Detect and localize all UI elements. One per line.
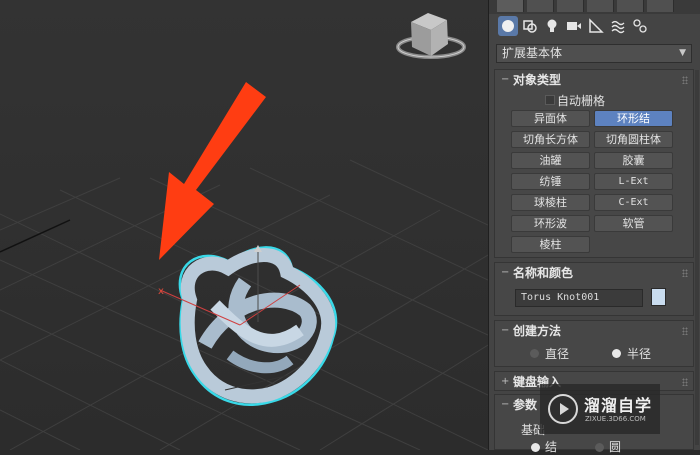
category-dropdown-value: 扩展基本体 xyxy=(502,46,563,60)
autogrid-checkbox[interactable] xyxy=(545,95,555,105)
btn-chamfer-box[interactable]: 切角长方体 xyxy=(511,131,590,148)
drag-grip-icon[interactable] xyxy=(682,76,688,84)
cameras-icon[interactable] xyxy=(564,16,584,36)
rollout-name-color: − 名称和颜色 Torus Knot001 xyxy=(494,262,694,316)
radio-radius[interactable] xyxy=(612,349,621,358)
watermark: 溜溜自学 ZIXUE.3D66.COM xyxy=(540,384,660,434)
lights-icon[interactable] xyxy=(542,16,562,36)
btn-gengon[interactable]: 球棱柱 xyxy=(511,194,590,211)
btn-prism[interactable]: 棱柱 xyxy=(511,236,590,253)
helpers-icon[interactable] xyxy=(586,16,606,36)
btn-ringwave[interactable]: 环形波 xyxy=(511,215,590,232)
rollout-creation-method: − 创建方法 直径 半径 xyxy=(494,320,694,367)
shapes-icon[interactable] xyxy=(520,16,540,36)
btn-chamfer-cyl[interactable]: 切角圆柱体 xyxy=(594,131,673,148)
rollout-header-object-type[interactable]: − 对象类型 xyxy=(495,70,693,90)
tab-display[interactable] xyxy=(617,0,644,12)
collapse-icon: − xyxy=(501,325,510,336)
viewport-canvas: x xyxy=(0,13,488,450)
tab-create[interactable] xyxy=(497,0,524,12)
watermark-title: 溜溜自学 xyxy=(584,396,653,415)
radio-circle[interactable] xyxy=(595,443,604,452)
annotation-arrow xyxy=(159,82,266,260)
spacewarps-icon[interactable] xyxy=(608,16,628,36)
radio-radius-label: 半径 xyxy=(627,347,652,361)
panel-tab-strip xyxy=(489,0,700,14)
play-logo-icon xyxy=(548,394,578,424)
tab-utilities[interactable] xyxy=(647,0,674,12)
radio-knot[interactable] xyxy=(531,443,540,452)
gizmo-x-label: x xyxy=(158,286,164,297)
rollout-title: 名称和颜色 xyxy=(513,266,574,280)
rollout-header-name-color[interactable]: − 名称和颜色 xyxy=(495,263,693,283)
rollout-title: 创建方法 xyxy=(513,324,562,338)
collapse-icon: − xyxy=(501,399,510,410)
expand-icon: + xyxy=(501,376,510,387)
viewcube xyxy=(396,13,466,59)
tab-motion[interactable] xyxy=(587,0,614,12)
rollout-title: 参数 xyxy=(513,398,538,412)
btn-oiltank[interactable]: 油罐 xyxy=(511,152,590,169)
systems-icon[interactable] xyxy=(630,16,650,36)
watermark-url: ZIXUE.3D66.COM xyxy=(585,415,646,423)
btn-spindle[interactable]: 纺锤 xyxy=(511,173,590,190)
btn-torus-knot[interactable]: 环形结 xyxy=(594,110,673,127)
grid-axis-line xyxy=(0,219,71,253)
object-name-input[interactable]: Torus Knot001 xyxy=(515,289,643,307)
btn-c-ext[interactable]: C-Ext xyxy=(594,194,673,211)
tab-modify[interactable] xyxy=(527,0,554,12)
collapse-icon: − xyxy=(501,267,510,278)
rollout-object-type: − 对象类型 自动栅格 异面体 环形结 切角长方体 切角圆柱体 油罐 胶囊 纺锤… xyxy=(494,69,694,258)
tab-hierarchy[interactable] xyxy=(557,0,584,12)
drag-grip-icon[interactable] xyxy=(682,269,688,277)
autogrid-label: 自动栅格 xyxy=(557,94,606,108)
rollout-title: 对象类型 xyxy=(513,73,562,87)
radio-diameter[interactable] xyxy=(530,349,539,358)
category-dropdown[interactable]: 扩展基本体 ▼ xyxy=(496,44,692,63)
chevron-down-icon: ▼ xyxy=(679,48,686,58)
collapse-icon: − xyxy=(501,74,510,85)
drag-grip-icon[interactable] xyxy=(682,378,688,386)
object-color-swatch[interactable] xyxy=(651,288,666,306)
geometry-icon[interactable] xyxy=(498,16,518,36)
drag-grip-icon[interactable] xyxy=(682,327,688,335)
radio-diameter-label: 直径 xyxy=(545,347,570,361)
radio-circle-label: 圆 xyxy=(609,440,622,454)
btn-capsule[interactable]: 胶囊 xyxy=(594,152,673,169)
btn-hedra[interactable]: 异面体 xyxy=(511,110,590,127)
radio-knot-label: 结 xyxy=(545,440,558,454)
rollout-header-creation-method[interactable]: − 创建方法 xyxy=(495,321,693,341)
panel-scrollbar[interactable] xyxy=(695,70,699,445)
perspective-viewport[interactable]: x xyxy=(0,0,488,450)
torus-knot-object xyxy=(159,245,338,406)
btn-hose[interactable]: 软管 xyxy=(594,215,673,232)
btn-l-ext[interactable]: L-Ext xyxy=(594,173,673,190)
